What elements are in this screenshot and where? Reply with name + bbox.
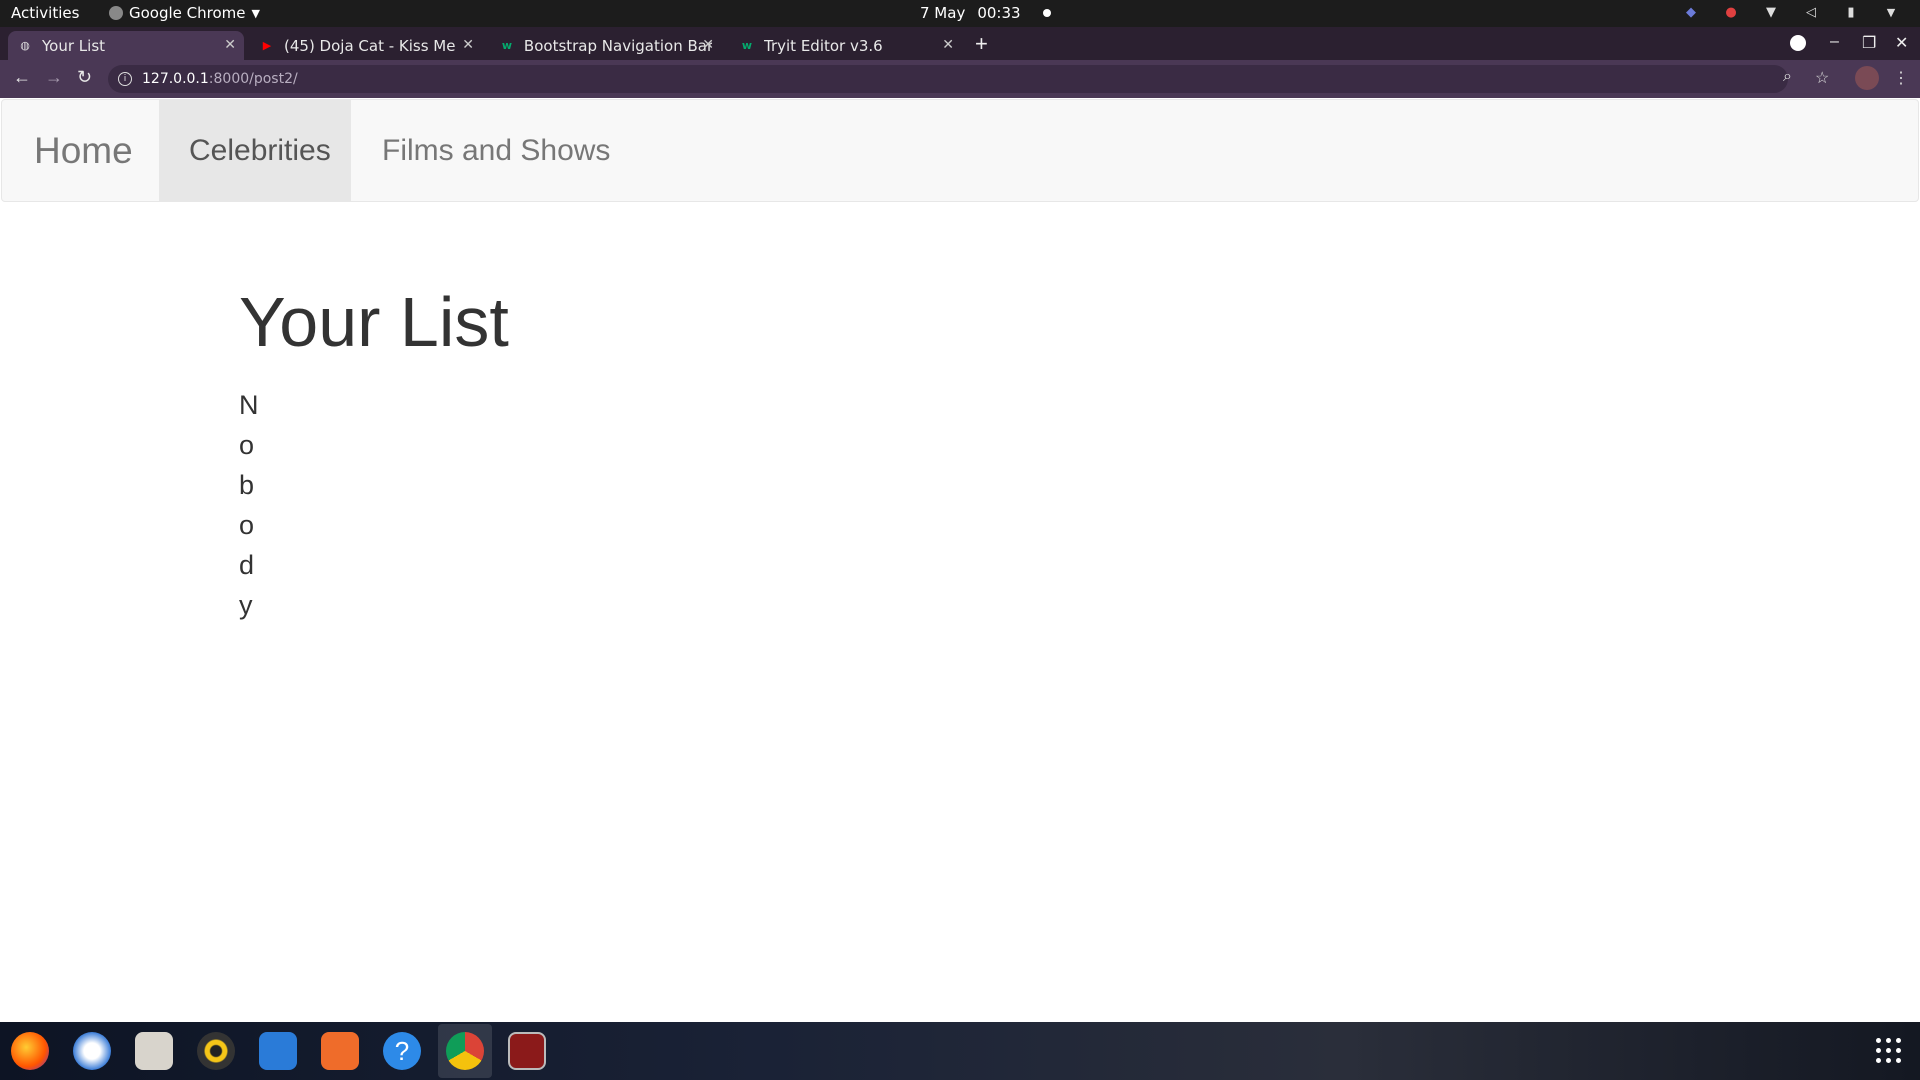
clock[interactable]: 7 May 00:33 bbox=[920, 4, 1051, 22]
software-center-icon[interactable] bbox=[321, 1032, 359, 1070]
system-menu-caret-icon[interactable]: ▼ bbox=[1882, 3, 1900, 21]
url-path: :8000/post2/ bbox=[208, 71, 298, 87]
tab-title: Your List bbox=[42, 36, 106, 55]
close-tab-icon[interactable]: ✕ bbox=[462, 37, 474, 53]
more-menu-icon[interactable]: ⋮ bbox=[1893, 68, 1909, 88]
notification-dot-icon bbox=[1042, 9, 1051, 17]
youtube-icon: ▶ bbox=[262, 39, 272, 52]
nav-item-label: Celebrities bbox=[189, 133, 331, 167]
list-item: b bbox=[239, 470, 255, 500]
tab-your-list[interactable]: ◍ Your List ✕ bbox=[8, 31, 244, 60]
chrome-app-icon bbox=[109, 6, 123, 20]
reload-icon[interactable]: ↻ bbox=[77, 67, 92, 88]
system-tray: ◆ ● ▼ ◁ ▮ ▼ bbox=[1682, 3, 1900, 21]
clock-date: 7 May bbox=[920, 4, 966, 22]
terminal-icon[interactable] bbox=[508, 1032, 546, 1070]
zoom-icon[interactable]: ⌕ bbox=[1783, 68, 1792, 86]
firefox-icon[interactable] bbox=[11, 1032, 49, 1070]
app-menu[interactable]: Google Chrome ▼ bbox=[109, 4, 260, 22]
show-applications-icon[interactable] bbox=[1876, 1038, 1902, 1064]
profile-avatar[interactable] bbox=[1855, 66, 1879, 90]
wifi-icon[interactable]: ▼ bbox=[1762, 3, 1780, 21]
activities-button[interactable]: Activities bbox=[11, 4, 79, 22]
battery-icon[interactable]: ▮ bbox=[1842, 3, 1860, 21]
tab-title: Bootstrap Navigation Bar bbox=[523, 36, 712, 55]
volume-icon[interactable]: ◁ bbox=[1802, 3, 1820, 21]
chrome-icon[interactable] bbox=[446, 1032, 484, 1070]
list-item: d bbox=[239, 550, 255, 580]
tab-search-icon[interactable] bbox=[1790, 35, 1806, 51]
forward-arrow-icon[interactable]: → bbox=[45, 67, 63, 88]
close-tab-icon[interactable]: ✕ bbox=[702, 37, 714, 53]
nav-item-label: Films and Shows bbox=[382, 133, 611, 167]
list-item: o bbox=[239, 510, 255, 540]
list-item: o bbox=[239, 430, 255, 460]
tab-youtube[interactable]: ▶ (45) Doja Cat - Kiss Me Mo ✕ bbox=[250, 31, 482, 60]
nav-item-films-and-shows[interactable]: Films and Shows bbox=[352, 100, 640, 201]
navbar-brand-home[interactable]: Home bbox=[34, 130, 133, 172]
close-tab-icon[interactable]: ✕ bbox=[224, 37, 236, 53]
bookmark-star-icon[interactable]: ☆ bbox=[1815, 68, 1829, 88]
nav-item-celebrities[interactable]: Celebrities bbox=[159, 100, 351, 201]
site-info-icon[interactable]: i bbox=[118, 72, 132, 86]
back-arrow-icon[interactable]: ← bbox=[13, 67, 31, 88]
writer-icon[interactable] bbox=[259, 1032, 297, 1070]
list-content: N o b o d y bbox=[239, 385, 259, 625]
new-tab-icon[interactable]: + bbox=[975, 31, 988, 57]
chrome-tray-icon[interactable]: ● bbox=[1722, 3, 1740, 21]
tab-tryit-editor[interactable]: w Tryit Editor v3.6 ✕ bbox=[730, 31, 962, 60]
app-menu-label: Google Chrome bbox=[129, 4, 246, 22]
site-navbar: Home Celebrities Films and Shows bbox=[1, 99, 1919, 202]
w3schools-icon: w bbox=[501, 39, 513, 52]
close-window-icon[interactable]: ✕ bbox=[1895, 33, 1908, 53]
globe-icon: ◍ bbox=[20, 39, 30, 52]
dock: ? bbox=[0, 1022, 1920, 1080]
teams-icon[interactable]: ◆ bbox=[1682, 3, 1700, 21]
minimize-icon[interactable]: – bbox=[1830, 33, 1839, 51]
tab-strip: ◍ Your List ✕ ▶ (45) Doja Cat - Kiss Me … bbox=[0, 27, 1920, 60]
system-top-bar: Activities Google Chrome ▼ 7 May 00:33 ◆… bbox=[0, 0, 1920, 27]
close-tab-icon[interactable]: ✕ bbox=[942, 37, 954, 53]
list-item: y bbox=[239, 590, 253, 620]
list-item: N bbox=[239, 390, 259, 420]
url-host: 127.0.0.1 bbox=[142, 71, 209, 87]
w3schools-icon: w bbox=[741, 39, 753, 52]
tab-title: Tryit Editor v3.6 bbox=[764, 36, 883, 55]
page-title: Your List bbox=[239, 283, 509, 361]
address-bar[interactable]: i 127.0.0.1:8000/post2/ bbox=[108, 65, 1788, 93]
tab-title: (45) Doja Cat - Kiss Me Mo bbox=[284, 36, 460, 55]
files-icon[interactable] bbox=[135, 1032, 173, 1070]
rhythmbox-icon[interactable] bbox=[197, 1032, 235, 1070]
restore-icon[interactable]: ❐ bbox=[1862, 33, 1876, 53]
caret-down-icon: ▼ bbox=[251, 6, 260, 20]
help-icon[interactable]: ? bbox=[383, 1032, 421, 1070]
thunderbird-icon[interactable] bbox=[73, 1032, 111, 1070]
clock-time: 00:33 bbox=[977, 4, 1021, 22]
browser-toolbar: ← → ↻ i 127.0.0.1:8000/post2/ ⌕ ☆ ⋮ bbox=[0, 60, 1920, 98]
tab-bootstrap-navbar[interactable]: w Bootstrap Navigation Bar ✕ bbox=[490, 31, 722, 60]
